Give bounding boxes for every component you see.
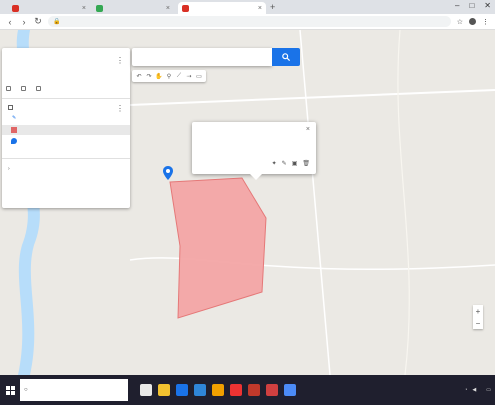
reload-icon[interactable]: ↻	[34, 16, 42, 27]
taskbar-app-icon[interactable]	[248, 384, 260, 396]
chevron-right-icon: ›	[8, 166, 10, 172]
search-icon	[282, 53, 290, 61]
tab-1-favicon-icon	[12, 4, 19, 12]
taskbar-app-icon[interactable]	[266, 384, 278, 396]
forward-arrow-icon[interactable]: ›	[20, 17, 28, 27]
start-button[interactable]	[0, 375, 20, 405]
taskbar-apps	[140, 384, 296, 396]
line-icon[interactable]: ⟋	[175, 72, 183, 81]
layer-options-kebab-icon[interactable]: ⋮	[116, 104, 124, 113]
lock-icon: 🔒	[53, 19, 61, 25]
search-icon: ○	[24, 387, 28, 393]
tab-2-close-icon[interactable]: ×	[166, 5, 170, 12]
browser-extensions: ☆ ⋮	[457, 18, 489, 26]
redo-icon[interactable]: ↷	[145, 72, 153, 81]
url-input[interactable]: 🔒	[48, 16, 451, 27]
minimize-icon[interactable]: –	[455, 1, 459, 10]
info-card-footer: ✦ ✎ ▣ 🗑	[198, 160, 310, 167]
layer-feature-pin[interactable]	[2, 136, 130, 146]
menu-kebab-icon[interactable]: ⋮	[482, 18, 489, 26]
close-icon[interactable]: ×	[306, 126, 310, 133]
maximize-icon[interactable]: □	[469, 1, 474, 10]
layer-visibility-checkbox[interactable]	[8, 105, 13, 110]
network-icon[interactable]: ◔	[464, 387, 467, 393]
tab-3-favicon-icon	[182, 4, 189, 12]
close-icon[interactable]: ✕	[484, 1, 491, 10]
map-layers-panel: ⋮ ⋮ ✎ ›	[2, 48, 130, 208]
zoom-out-icon[interactable]: −	[476, 319, 481, 328]
zoom-controls: + −	[473, 305, 483, 329]
share-button[interactable]	[21, 86, 28, 91]
taskbar-app-icon[interactable]	[212, 384, 224, 396]
delete-icon[interactable]: 🗑	[302, 160, 310, 167]
taskbar-app-icon[interactable]	[158, 384, 170, 396]
browser-tab-strip: × × × + – □ ✕	[0, 0, 495, 14]
tab-3-close-icon[interactable]: ×	[258, 5, 262, 12]
browser-tab-2[interactable]: ×	[92, 2, 174, 14]
photo-icon[interactable]: ▣	[292, 160, 298, 167]
edit-icon[interactable]: ✎	[282, 160, 287, 167]
zoom-in-icon[interactable]: +	[476, 307, 481, 316]
info-card-actions: ✦ ✎ ▣ 🗑	[272, 160, 310, 167]
browser-tab-3-active[interactable]: ×	[178, 2, 266, 14]
base-map-toggle[interactable]: ›	[8, 166, 13, 172]
share-icon	[21, 86, 26, 91]
map-search-input[interactable]	[132, 48, 272, 66]
road	[299, 30, 331, 375]
taskbar-search-input[interactable]: ○	[20, 379, 128, 401]
pin-icon[interactable]: ⚲	[165, 72, 173, 81]
taskbar-app-icon[interactable]	[176, 384, 188, 396]
volume-icon[interactable]: ◀	[472, 387, 476, 393]
window-controls: – □ ✕	[455, 1, 491, 10]
browser-address-bar: ‹ › ↻ 🔒 ☆ ⋮	[0, 14, 495, 30]
windows-taskbar: ○ ◔ ◀ ▭	[0, 375, 495, 405]
layer-style-link[interactable]: ✎	[12, 115, 19, 121]
panel-actions	[6, 86, 43, 91]
layer-header[interactable]	[8, 105, 16, 110]
add-layer-icon	[6, 86, 11, 91]
style-icon[interactable]: ✦	[272, 160, 277, 167]
drawn-polygon	[169, 177, 267, 319]
star-icon[interactable]: ☆	[457, 18, 463, 26]
paint-icon: ✎	[12, 115, 17, 121]
browser-tab-1[interactable]: ×	[8, 2, 90, 14]
profile-icon[interactable]	[469, 18, 476, 25]
windows-logo-icon	[5, 385, 15, 395]
preview-icon	[36, 86, 41, 91]
map-marker-icon[interactable]	[163, 166, 173, 180]
hand-icon[interactable]: ✋	[155, 72, 163, 81]
taskbar-app-icon[interactable]	[194, 384, 206, 396]
map-drawing-toolbar: ↶ ↷ ✋ ⚲ ⟋ ⇢ ▭	[132, 70, 206, 82]
taskbar-app-icon[interactable]	[230, 384, 242, 396]
back-arrow-icon[interactable]: ‹	[6, 17, 14, 27]
road	[397, 30, 410, 375]
taskbar-app-icon[interactable]	[140, 384, 152, 396]
divider	[2, 98, 130, 99]
ruler-icon[interactable]: ▭	[195, 72, 203, 81]
search-button[interactable]	[272, 48, 300, 66]
preview-button[interactable]	[36, 86, 43, 91]
road	[129, 89, 495, 106]
tab-1-close-icon[interactable]: ×	[82, 5, 86, 12]
route-icon[interactable]: ⇢	[185, 72, 193, 81]
taskbar-app-icon[interactable]	[284, 384, 296, 396]
tab-2-favicon-icon	[96, 4, 103, 12]
pin-icon	[11, 138, 17, 144]
system-tray: ◔ ◀ ▭	[464, 387, 495, 393]
map-options-kebab-icon[interactable]: ⋮	[116, 56, 124, 65]
notification-icon[interactable]: ▭	[486, 387, 491, 393]
add-layer-button[interactable]	[6, 86, 13, 91]
polygon-icon	[11, 127, 17, 133]
plus-icon[interactable]: +	[270, 2, 275, 12]
layer-feature-polygon[interactable]	[2, 125, 130, 135]
undo-icon[interactable]: ↶	[135, 72, 143, 81]
feature-info-card: × ✦ ✎ ▣ 🗑	[192, 122, 316, 180]
divider	[2, 158, 130, 159]
